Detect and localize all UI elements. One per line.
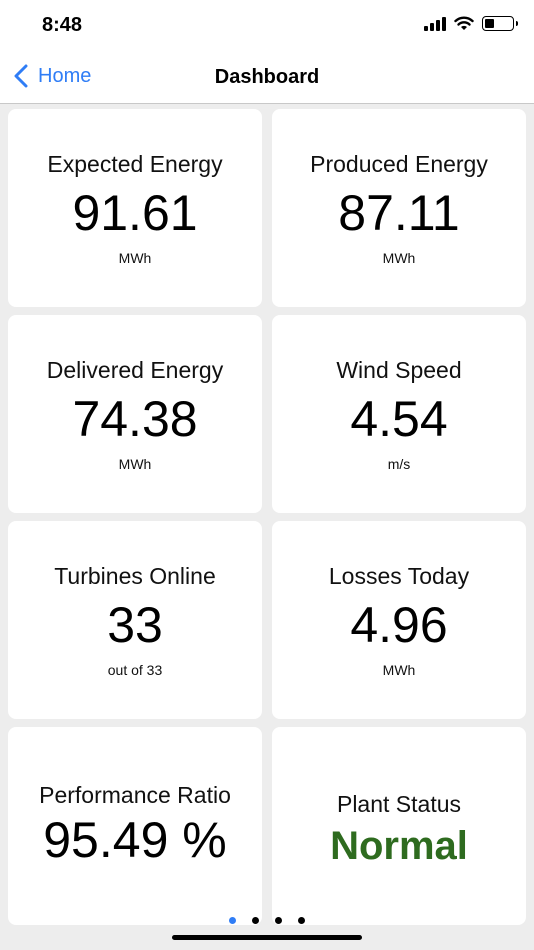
delivered-energy-card[interactable]: Delivered Energy 74.38 MWh bbox=[8, 315, 262, 513]
card-value: 91.61 bbox=[72, 184, 198, 241]
navigation-bar: Home Dashboard bbox=[0, 52, 534, 104]
status-bar: 8:48 bbox=[0, 0, 534, 52]
plant-status-card[interactable]: Plant Status Normal bbox=[272, 727, 526, 925]
card-value: 33 bbox=[107, 596, 163, 653]
performance-ratio-card[interactable]: Performance Ratio 95.49 % bbox=[8, 727, 262, 925]
card-unit: MWh bbox=[382, 661, 416, 678]
card-title: Delivered Energy bbox=[46, 356, 224, 383]
card-unit: MWh bbox=[382, 249, 416, 266]
card-value: 87.11 bbox=[338, 184, 460, 241]
page-dot-4[interactable] bbox=[298, 917, 305, 924]
expected-energy-card[interactable]: Expected Energy 91.61 MWh bbox=[8, 109, 262, 307]
card-title: Turbines Online bbox=[54, 562, 216, 589]
card-title: Wind Speed bbox=[336, 356, 462, 383]
card-title: Expected Energy bbox=[47, 150, 223, 177]
card-value: 95.49 % bbox=[43, 812, 227, 868]
page-dot-3[interactable] bbox=[275, 917, 282, 924]
wifi-icon bbox=[454, 16, 474, 30]
battery-icon bbox=[482, 16, 518, 31]
page-indicator[interactable] bbox=[0, 917, 534, 924]
card-title: Losses Today bbox=[328, 562, 470, 589]
status-time: 8:48 bbox=[42, 14, 83, 36]
card-title: Produced Energy bbox=[310, 150, 488, 177]
card-unit: out of 33 bbox=[107, 661, 163, 678]
wind-speed-card[interactable]: Wind Speed 4.54 m/s bbox=[272, 315, 526, 513]
home-indicator[interactable] bbox=[172, 935, 362, 940]
card-value: 74.38 bbox=[72, 390, 198, 447]
cellular-signal-icon bbox=[424, 16, 446, 31]
card-unit: MWh bbox=[118, 249, 152, 266]
turbines-online-card[interactable]: Turbines Online 33 out of 33 bbox=[8, 521, 262, 719]
card-title: Plant Status bbox=[336, 791, 462, 817]
page-dot-2[interactable] bbox=[252, 917, 259, 924]
plant-status-value: Normal bbox=[330, 824, 468, 868]
produced-energy-card[interactable]: Produced Energy 87.11 MWh bbox=[272, 109, 526, 307]
status-icons bbox=[424, 16, 518, 31]
losses-today-card[interactable]: Losses Today 4.96 MWh bbox=[272, 521, 526, 719]
page-title: Dashboard bbox=[214, 66, 320, 88]
card-unit: m/s bbox=[387, 455, 411, 472]
page-dot-1[interactable] bbox=[229, 917, 236, 924]
dashboard-grid: Expected Energy 91.61 MWh Produced Energ… bbox=[8, 109, 526, 925]
card-value: 4.96 bbox=[350, 596, 448, 653]
card-unit: MWh bbox=[118, 455, 152, 472]
card-title: Performance Ratio bbox=[39, 782, 231, 808]
card-value: 4.54 bbox=[350, 390, 448, 447]
